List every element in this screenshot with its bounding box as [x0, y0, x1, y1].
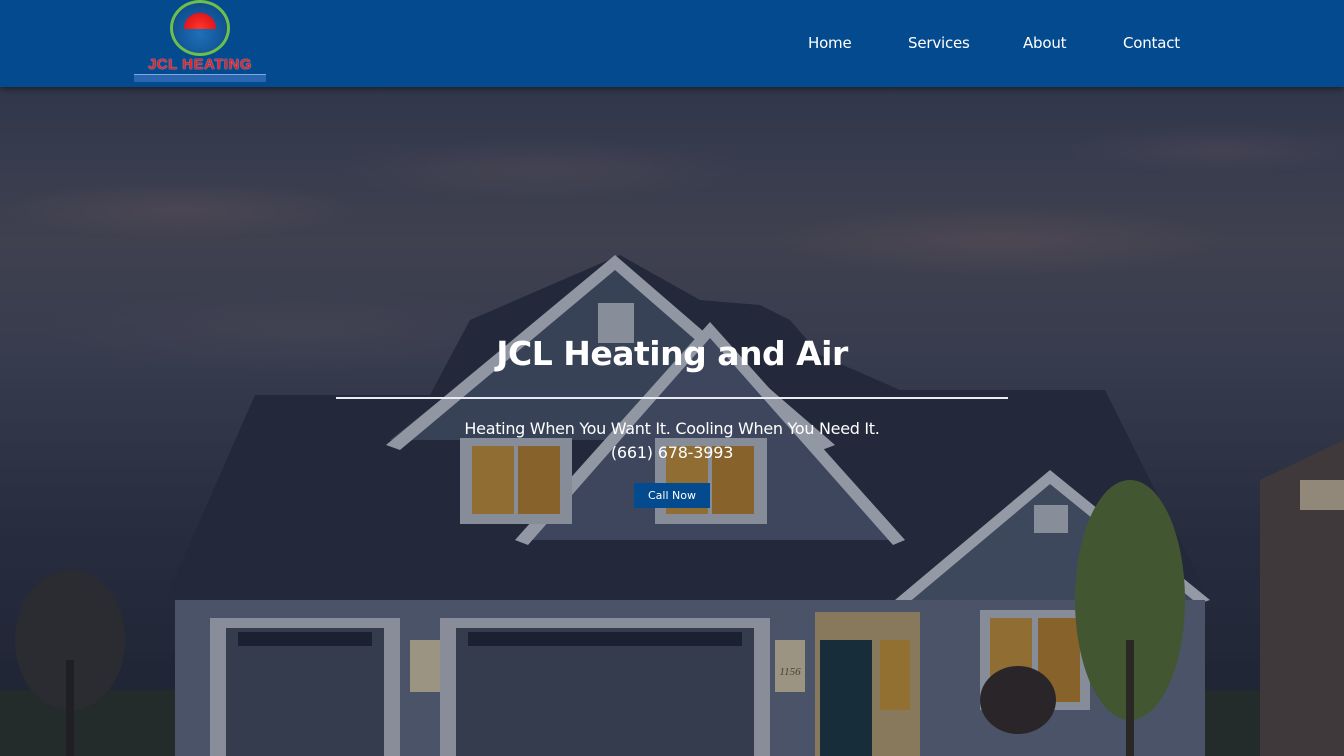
nav-contact[interactable]: Contact — [1123, 34, 1180, 52]
nav-services[interactable]: Services — [908, 34, 970, 52]
hero-divider — [336, 397, 1008, 399]
logo-subtitle-bar — [134, 74, 266, 82]
hero-tagline: Heating When You Want It. Cooling When Y… — [464, 419, 880, 438]
site-logo[interactable]: JCL HEATING — [132, 0, 268, 84]
hero-background: 1156 — [0, 0, 1344, 756]
logo-sun-icon — [181, 7, 219, 29]
hero-phone-number: (661) 678-3993 — [610, 443, 734, 462]
logo-text: JCL HEATING — [147, 56, 253, 73]
hero-title: JCL Heating and Air — [496, 334, 848, 373]
site-header: JCL HEATING Home Services About Contact — [0, 0, 1344, 87]
nav-home[interactable]: Home — [808, 34, 852, 52]
logo-emblem-icon — [170, 0, 230, 56]
call-now-button[interactable]: Call Now — [634, 483, 710, 508]
nav-about[interactable]: About — [1023, 34, 1067, 52]
hero-dark-overlay — [0, 0, 1344, 756]
